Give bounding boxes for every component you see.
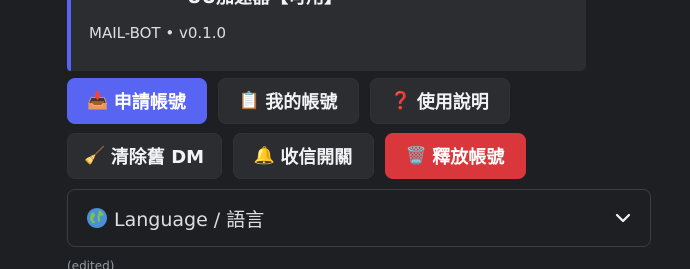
mail-toggle-button[interactable]: 🔔 收信開關	[233, 133, 374, 179]
bell-icon: 🔔	[253, 146, 276, 166]
globe-icon	[86, 207, 108, 229]
inbox-tray-icon: 📥	[87, 91, 109, 111]
my-account-button[interactable]: 📋 我的帳號	[218, 78, 359, 124]
edited-indicator: (edited)	[67, 259, 115, 269]
release-account-button[interactable]: 🗑️ 釋放帳號	[385, 133, 526, 179]
mail-toggle-label: 收信開關	[280, 147, 353, 168]
question-mark-icon: ❓	[390, 91, 412, 111]
embed-card: UU加速器【可用】 MAIL-BOT • v0.1.0	[67, 0, 586, 71]
embed-footer: MAIL-BOT • v0.1.0	[89, 24, 227, 42]
wastebasket-icon: 🗑️	[405, 146, 428, 166]
clear-old-dm-label: 清除舊 DM	[110, 147, 205, 168]
release-account-label: 釋放帳號	[432, 147, 505, 168]
language-select-placeholder: Language / 語言	[114, 208, 265, 231]
embed-field-text: UU加速器【可用】	[187, 0, 342, 9]
clipboard-icon: 📋	[238, 91, 261, 111]
message-components: UU加速器【可用】 MAIL-BOT • v0.1.0 📥 申請帳號 📋 我的帳…	[0, 0, 690, 269]
usage-guide-button[interactable]: ❓ 使用說明	[370, 78, 510, 124]
language-select[interactable]: Language / 語言	[67, 189, 651, 247]
chevron-down-icon	[614, 209, 632, 227]
my-account-label: 我的帳號	[265, 92, 338, 113]
broom-icon: 🧹	[84, 146, 106, 166]
clear-old-dm-button[interactable]: 🧹 清除舊 DM	[67, 133, 222, 179]
apply-account-label: 申請帳號	[114, 92, 186, 113]
embed-accent-bar	[67, 0, 71, 71]
apply-account-button[interactable]: 📥 申請帳號	[67, 78, 207, 124]
usage-guide-label: 使用說明	[417, 92, 489, 113]
